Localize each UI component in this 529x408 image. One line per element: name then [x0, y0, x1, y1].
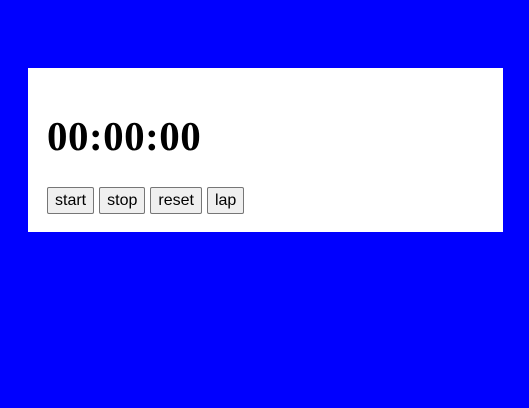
control-buttons: start stop reset lap [47, 187, 245, 214]
start-button[interactable]: start [47, 187, 95, 214]
stop-button[interactable]: stop [99, 187, 146, 214]
reset-button[interactable]: reset [150, 187, 202, 214]
time-display: 00:00:00 [47, 113, 202, 159]
stopwatch-panel: 00:00:00 start stop reset lap [28, 68, 503, 232]
lap-button[interactable]: lap [206, 187, 245, 214]
